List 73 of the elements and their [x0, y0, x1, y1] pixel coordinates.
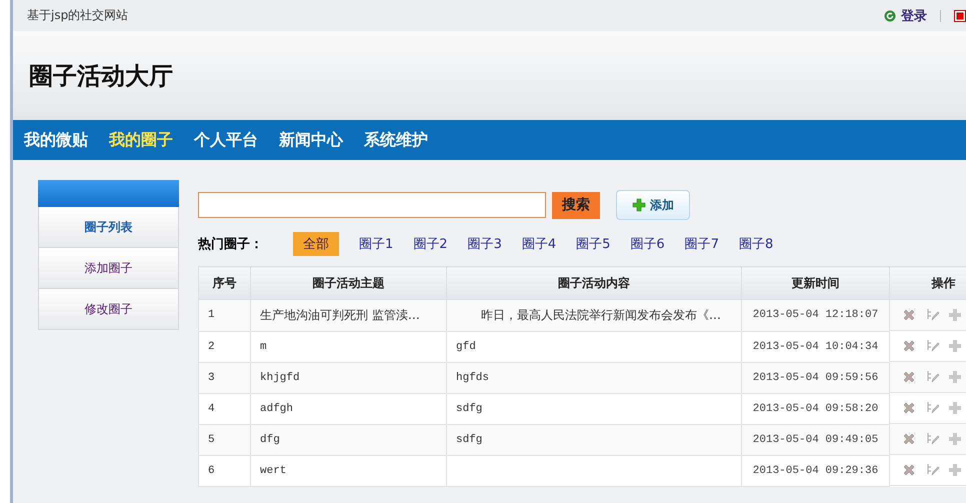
circle-tag[interactable]: 圈子4 [522, 232, 556, 256]
edit-icon[interactable] [925, 463, 939, 477]
table-cell: 2013-05-04 09:59:56 [742, 362, 890, 393]
circle-tag[interactable]: 圈子1 [359, 232, 394, 256]
add-icon[interactable] [948, 432, 962, 446]
table-cell: 1 [198, 300, 250, 331]
column-header: 圈子活动内容 [446, 266, 742, 300]
edit-icon[interactable] [925, 370, 939, 384]
site-title: 基于jsp的社交网站 [27, 7, 128, 24]
table-cell: dfg [250, 424, 446, 455]
nav-tab[interactable]: 我的微贴 [24, 130, 88, 150]
circle-tag[interactable]: 圈子7 [684, 232, 719, 256]
nav-tab[interactable]: 新闻中心 [279, 130, 343, 150]
column-header: 操作 [890, 266, 966, 300]
add-icon[interactable] [948, 308, 962, 322]
login-link[interactable]: 登录 [901, 6, 927, 24]
add-icon[interactable] [948, 339, 962, 353]
add-icon[interactable] [948, 463, 962, 477]
search-button[interactable]: 搜索 [552, 192, 600, 218]
edit-icon[interactable] [925, 401, 939, 415]
table-cell: 2 [198, 331, 250, 362]
circle-tag[interactable]: 圈子5 [576, 232, 610, 256]
nav-tab[interactable]: 我的圈子 [109, 130, 173, 150]
page-title: 圈子活动大厅 [29, 60, 173, 92]
add-button[interactable]: 添加 [616, 190, 690, 220]
delete-icon[interactable] [902, 401, 916, 415]
delete-icon[interactable] [902, 463, 916, 477]
circle-tag[interactable]: 圈子8 [738, 232, 774, 256]
table-cell: gfd [446, 331, 742, 362]
table-cell: 2013-05-04 09:58:20 [742, 393, 890, 424]
add-icon[interactable] [948, 370, 962, 384]
column-header: 更新时间 [742, 266, 890, 300]
edit-icon[interactable] [925, 339, 939, 353]
table-cell: wert [250, 455, 446, 486]
table-cell: 5 [198, 424, 250, 455]
delete-icon[interactable] [902, 339, 916, 353]
table-cell: 3 [198, 362, 250, 393]
table-cell: 2013-05-04 09:29:36 [742, 455, 890, 486]
table-cell: 2013-05-04 09:49:05 [742, 424, 890, 455]
delete-icon[interactable] [902, 432, 916, 446]
table-cell: 昨日，最高人民法院举行新闻发布会发布《… [446, 300, 742, 331]
table-cell: m [250, 331, 446, 362]
sidebar-item[interactable]: 圈子列表 [38, 207, 179, 248]
table-cell: khjgfd [250, 362, 446, 393]
table-cell: sdfg [446, 393, 742, 424]
nav-tab[interactable]: 个人平台 [194, 130, 258, 150]
circle-tag[interactable]: 圈子6 [630, 232, 665, 256]
add-icon[interactable] [948, 401, 962, 415]
table-cell: 2013-05-04 10:04:34 [742, 331, 890, 362]
plus-icon [632, 198, 646, 212]
column-header: 圈子活动主题 [250, 266, 446, 300]
column-header: 序号 [198, 266, 250, 300]
sidebar-item[interactable]: 添加圈子 [38, 248, 179, 289]
edit-icon[interactable] [925, 432, 939, 446]
table-cell: 6 [198, 455, 250, 486]
stop-icon [954, 10, 966, 22]
circle-tag[interactable]: 全部 [293, 232, 339, 256]
hot-label: 热门圈子： [198, 236, 264, 253]
table-cell: 生产地沟油可判死刑 监管渎… [250, 300, 446, 331]
sidebar-item[interactable]: 修改圈子 [38, 289, 179, 330]
search-field[interactable] [198, 192, 546, 218]
circle-tag[interactable]: 圈子2 [413, 232, 448, 256]
edit-icon[interactable] [925, 308, 939, 322]
table-cell: 2013-05-04 12:18:07 [742, 300, 890, 331]
refresh-icon [884, 10, 896, 22]
table-cell: sdfg [446, 424, 742, 455]
nav-tab[interactable]: 系统维护 [364, 130, 428, 150]
delete-icon[interactable] [902, 308, 916, 322]
circle-tag[interactable]: 圈子3 [468, 232, 502, 256]
delete-icon[interactable] [902, 370, 916, 384]
table-cell: 4 [198, 393, 250, 424]
table-cell: adfgh [250, 393, 446, 424]
table-cell: hgfds [446, 362, 742, 393]
